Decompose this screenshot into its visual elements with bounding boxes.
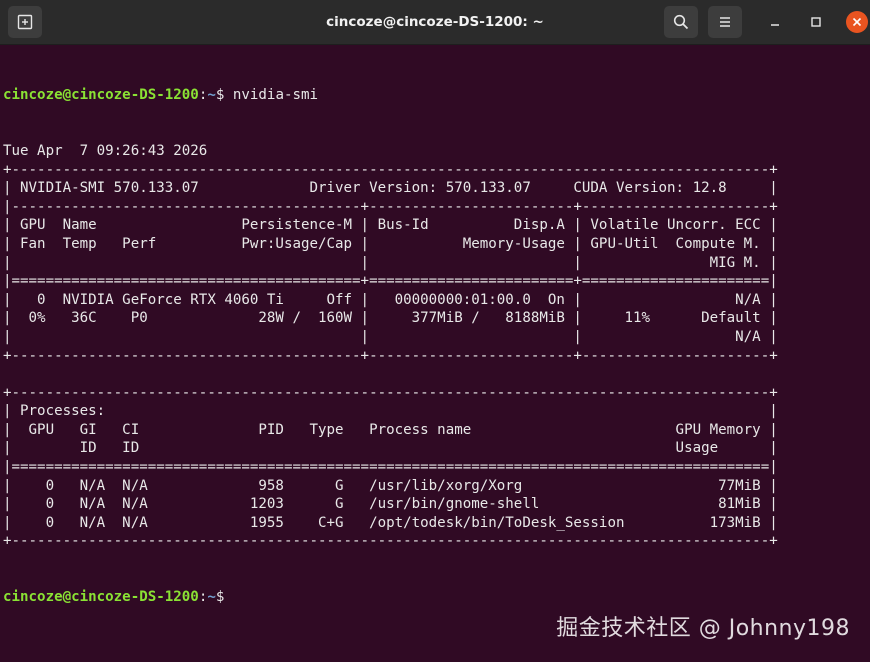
terminal-output[interactable]: cincoze@cincoze-DS-1200:~$ nvidia-smi Tu… [3, 49, 778, 644]
output-line: | ID ID Usage | [3, 440, 778, 457]
maximize-button[interactable] [802, 8, 830, 36]
output-line: | Processes: | [3, 403, 778, 420]
output-line: | NVIDIA-SMI 570.133.07 Driver Version: … [3, 180, 778, 197]
output-line: | | | MIG M. | [3, 254, 778, 271]
output-line: +---------------------------------------… [3, 161, 778, 178]
output-line: | 0% 36C P0 28W / 160W | 377MiB / 8188Mi… [3, 310, 778, 327]
prompt-symbol: $ [215, 589, 233, 606]
output-line: |=======================================… [3, 273, 778, 290]
prompt-user: cincoze@cincoze-DS-1200 [3, 589, 199, 606]
close-button[interactable] [846, 11, 868, 33]
new-tab-button[interactable] [8, 6, 42, 38]
output-line: +---------------------------------------… [3, 384, 778, 401]
prompt-user: cincoze@cincoze-DS-1200 [3, 87, 199, 104]
new-tab-icon [17, 14, 33, 30]
search-icon [673, 14, 689, 30]
maximize-icon [811, 17, 821, 27]
command-line: cincoze@cincoze-DS-1200:~$ nvidia-smi [3, 86, 778, 105]
terminal-window: cincoze@cincoze-DS-1200: ~ cincoze@cinco… [0, 0, 870, 662]
watermark: 掘金技术社区 @ Johnny198 [556, 616, 850, 641]
hamburger-menu-icon [720, 17, 730, 27]
prompt-path: ~ [207, 87, 216, 104]
output-line: +---------------------------------------… [3, 347, 778, 364]
output-line: |---------------------------------------… [3, 198, 778, 215]
title-bar[interactable]: cincoze@cincoze-DS-1200: ~ [0, 0, 870, 45]
search-button[interactable] [664, 6, 698, 38]
output-line: +---------------------------------------… [3, 533, 778, 550]
output-line: | 0 N/A N/A 1955 C+G /opt/todesk/bin/ToD… [3, 514, 778, 531]
prompt-symbol: $ [215, 87, 233, 104]
output-line: Tue Apr 7 09:26:43 2026 [3, 142, 208, 159]
output-line: | | | N/A | [3, 328, 778, 345]
output-line: | GPU Name Persistence-M | Bus-Id Disp.A… [3, 217, 778, 234]
output-line: | 0 NVIDIA GeForce RTX 4060 Ti Off | 000… [3, 291, 778, 308]
output-line: | 0 N/A N/A 958 G /usr/lib/xorg/Xorg 77M… [3, 477, 778, 494]
menu-button[interactable] [708, 6, 742, 38]
output-line: | GPU GI CI PID Type Process name GPU Me… [3, 421, 778, 438]
prompt-path: ~ [207, 589, 216, 606]
close-icon [852, 17, 862, 27]
output-line: | 0 N/A N/A 1203 G /usr/bin/gnome-shell … [3, 496, 778, 513]
minimize-icon [771, 24, 779, 26]
command-text: nvidia-smi [232, 87, 319, 104]
minimize-button[interactable] [761, 8, 789, 36]
output-line: | Fan Temp Perf Pwr:Usage/Cap | Memory-U… [3, 235, 778, 252]
current-prompt-line[interactable]: cincoze@cincoze-DS-1200:~$ [3, 588, 778, 607]
output-line: |=======================================… [3, 459, 778, 476]
